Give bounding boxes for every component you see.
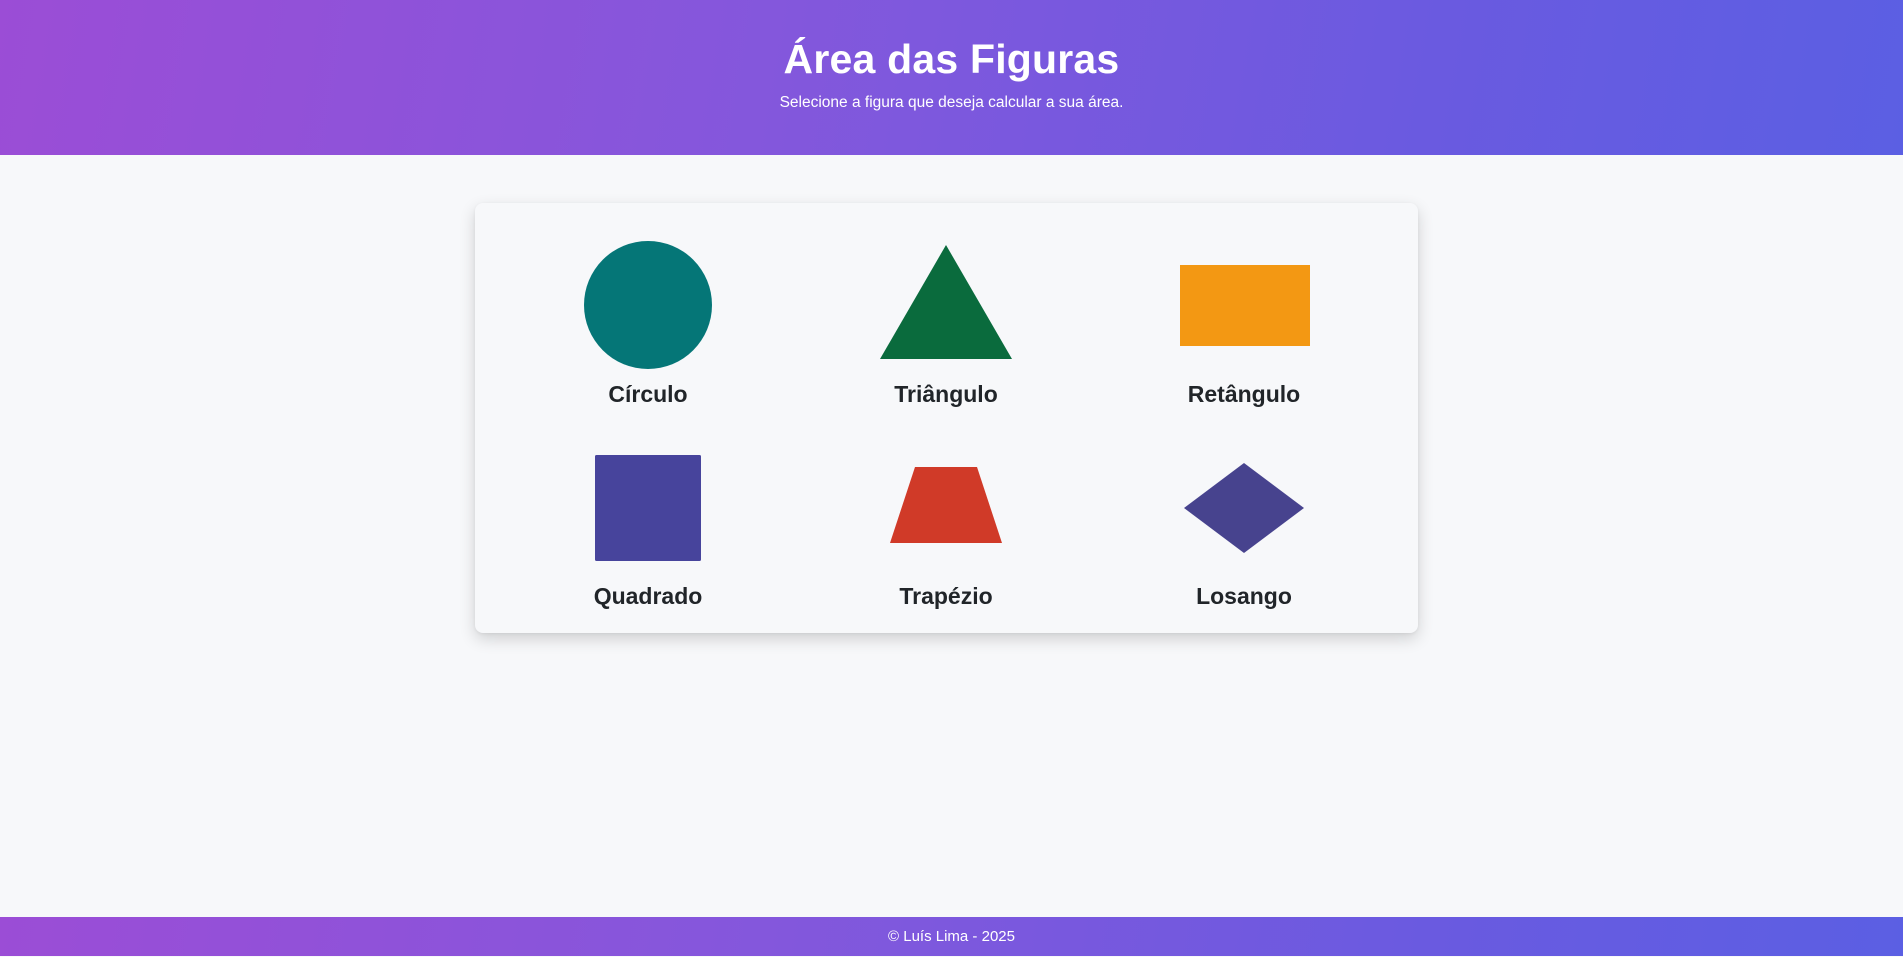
triangle-shape <box>880 245 1012 359</box>
page-footer: © Luís Lima - 2025 <box>0 917 1903 956</box>
rhombus-icon <box>1184 463 1304 553</box>
rectangle-shape <box>1180 265 1310 346</box>
shape-label-trapezoid: Trapézio <box>899 583 993 609</box>
square-shape <box>595 455 701 561</box>
circle-icon <box>584 241 712 369</box>
shape-option-rectangle[interactable]: Retângulo <box>1134 227 1354 417</box>
shape-option-rhombus[interactable]: Losango <box>1134 430 1354 620</box>
shape-label-rhombus: Losango <box>1196 583 1292 609</box>
footer-copyright: © Luís Lima - 2025 <box>888 928 1015 945</box>
square-icon <box>595 455 701 561</box>
shape-label-triangle: Triângulo <box>894 381 998 407</box>
shape-option-square[interactable]: Quadrado <box>538 430 758 620</box>
shape-option-triangle[interactable]: Triângulo <box>836 227 1056 417</box>
page-subtitle: Selecione a figura que deseja calcular a… <box>779 94 1124 111</box>
shapes-card: Círculo Triângulo Retângulo Quadrado Tra… <box>475 203 1418 633</box>
trapezoid-icon <box>890 467 1002 543</box>
trapezoid-shape <box>890 467 1002 543</box>
shape-option-trapezoid[interactable]: Trapézio <box>836 430 1056 620</box>
rhombus-shape <box>1184 463 1304 553</box>
circle-shape <box>584 241 712 369</box>
shape-option-circle[interactable]: Círculo <box>538 227 758 417</box>
shape-label-rectangle: Retângulo <box>1187 381 1301 407</box>
rectangle-icon <box>1180 265 1310 346</box>
page-header: Área das Figuras Selecione a figura que … <box>0 0 1903 155</box>
page-title: Área das Figuras <box>783 36 1120 82</box>
shape-label-square: Quadrado <box>593 583 703 609</box>
triangle-icon <box>880 245 1012 359</box>
shape-label-circle: Círculo <box>608 381 688 407</box>
